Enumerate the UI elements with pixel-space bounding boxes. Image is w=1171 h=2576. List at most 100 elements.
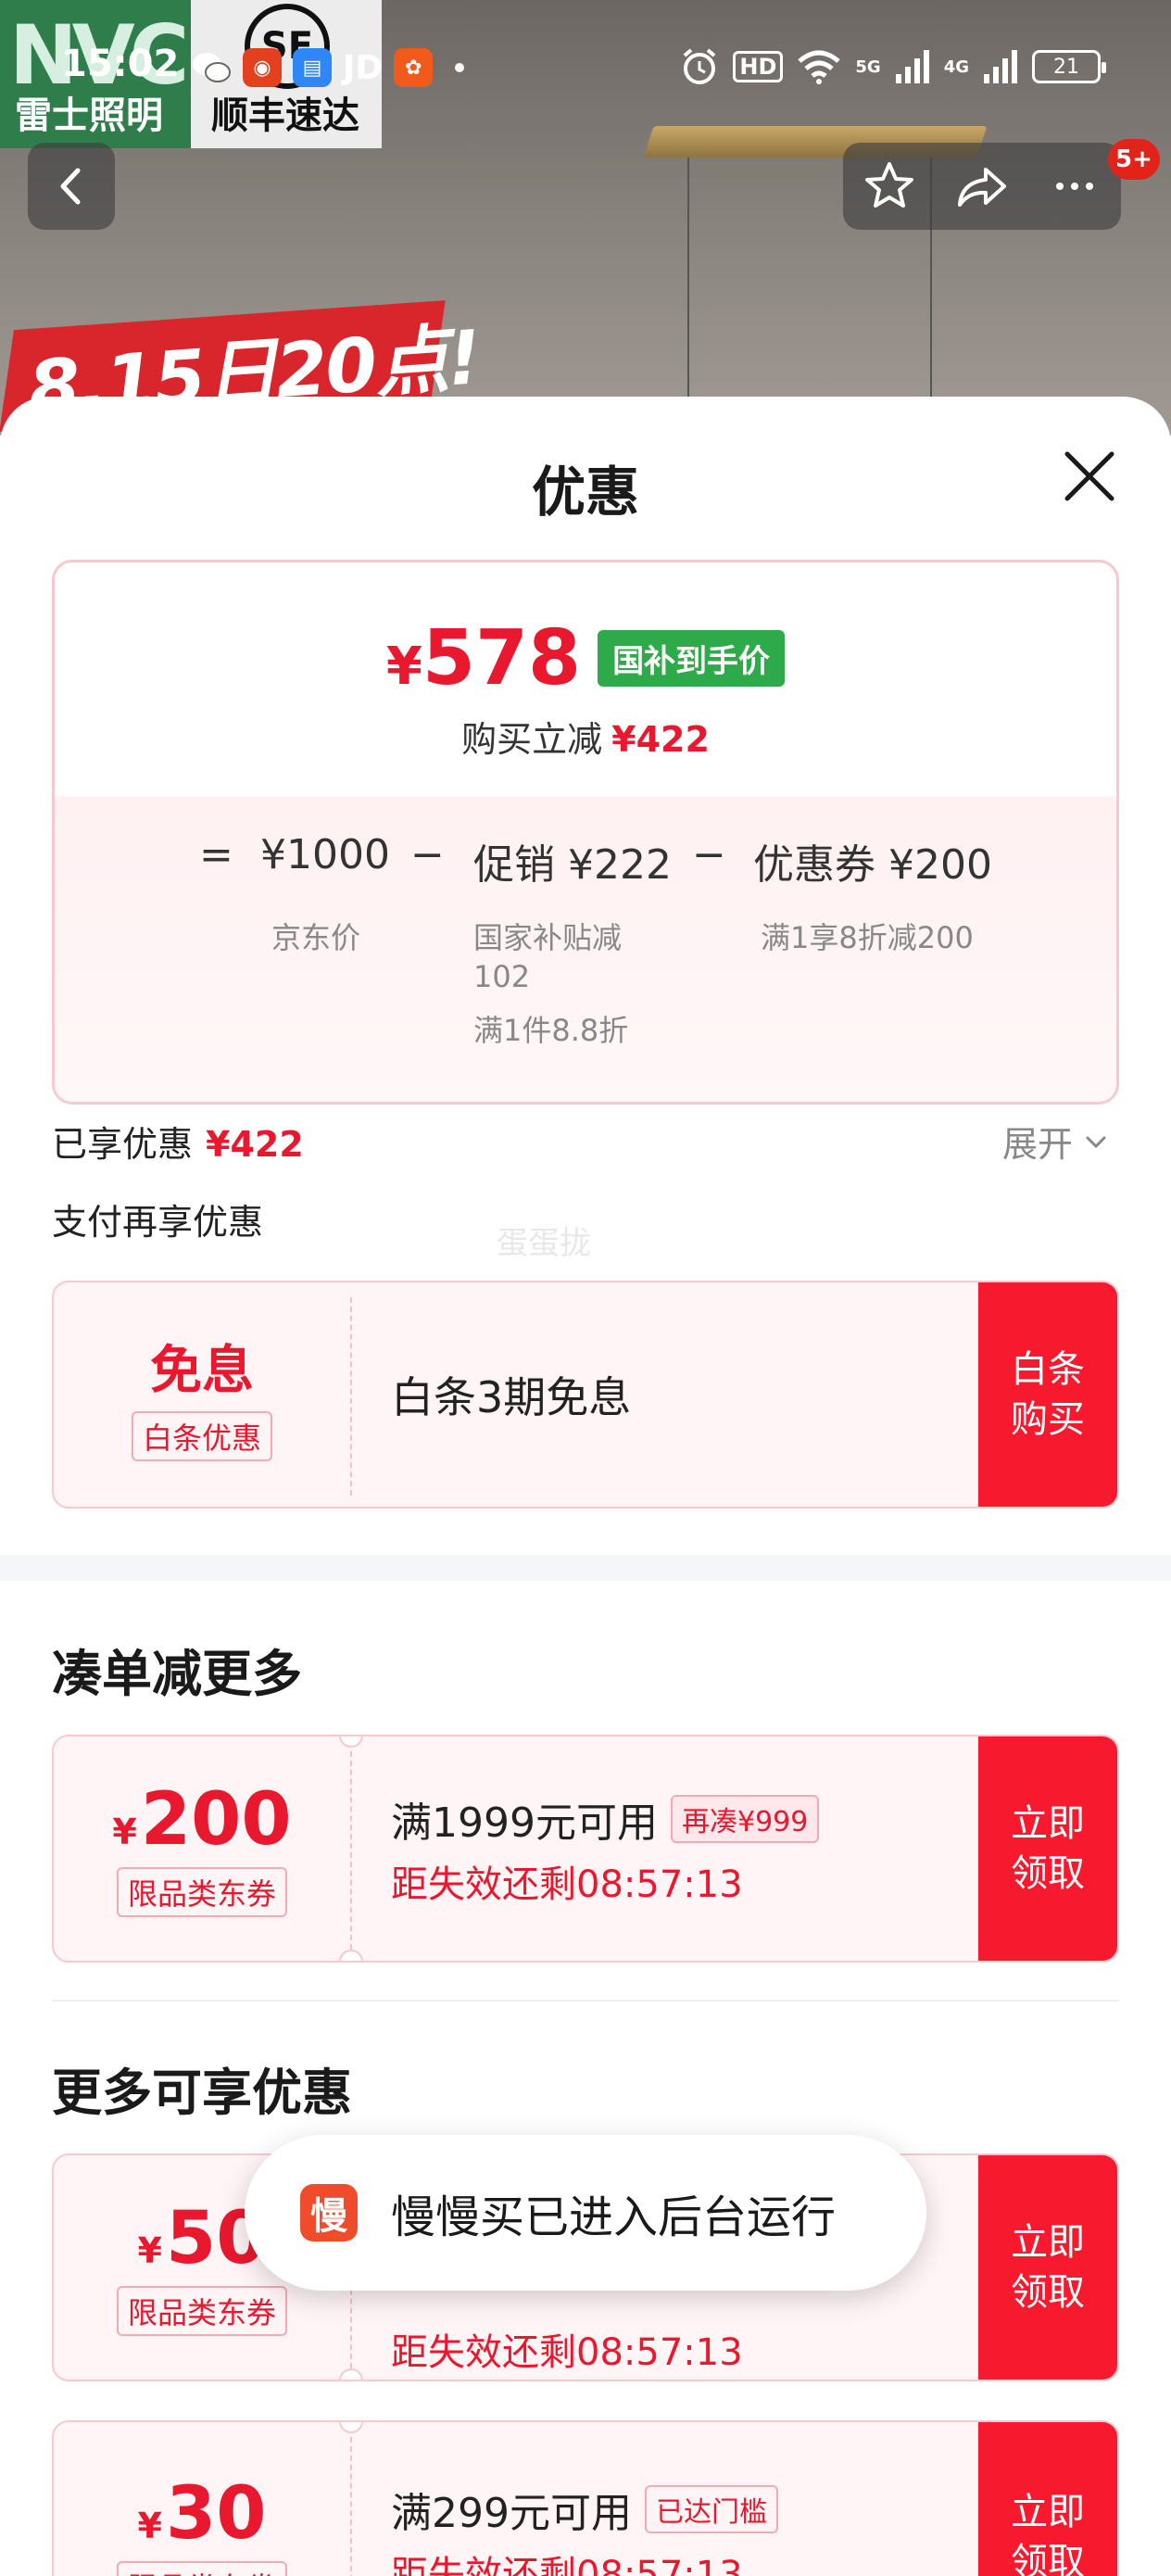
coupon-badge: 再凑¥999 (670, 1795, 820, 1843)
coupon-amount-value: 200 (140, 1778, 292, 1862)
coupon-left: ¥ 200 限品类东券 (54, 1736, 350, 1961)
signal-bars-icon (895, 50, 929, 83)
coupon-currency: ¥ (112, 1812, 137, 1852)
coupon-badge: 已达门槛 (644, 2485, 778, 2533)
baitiao-buy-button[interactable]: 白条 购买 (978, 1282, 1117, 1507)
promo-amount: 促销 ¥222 (473, 841, 672, 889)
equals-sign: = (199, 831, 233, 878)
price-breakdown-card: ¥ 578 国补到手价 购买立减 ¥422 = ¥1000 京东价 − 促销 ¥2… (52, 560, 1119, 1105)
coupon-timer: 距失效还剩08:57:13 (391, 2554, 743, 2576)
minus-sign: − (410, 831, 445, 878)
coupon-divider (350, 1297, 352, 1496)
favorite-star-icon[interactable] (862, 158, 917, 214)
promo-discount-rule: 满1件8.8折 (473, 1013, 629, 1048)
share-icon[interactable] (954, 158, 1010, 214)
close-icon[interactable] (1054, 441, 1125, 511)
enjoyed-label: 已享优惠 (52, 1124, 194, 1165)
pay-more-label: 支付再享优惠 (52, 1202, 264, 1243)
coupon-condition-row: 满1999元可用 再凑¥999 (391, 1789, 820, 1849)
watermark-text: 蛋蛋拢 (497, 1225, 591, 1262)
claim-coupon-button[interactable]: 立即 领取 (978, 1736, 1117, 1961)
baitiao-middle: 白条3期免息 (391, 1282, 631, 1507)
claim-coupon-button[interactable]: 立即 领取 (978, 2422, 1117, 2576)
baitiao-offer-card: 免息 白条优惠 白条3期免息 白条 购买 (52, 1281, 1119, 1509)
status-system-icons: HD 5G 4G 21 (679, 46, 1106, 87)
coupon-divider (350, 1751, 352, 1950)
coupon-currency: ¥ (137, 2230, 162, 2271)
jd-price-label: 京东价 (271, 920, 361, 955)
coupon-condition: 满299元可用 (391, 2490, 632, 2537)
signal-bars-icon (984, 50, 1017, 83)
final-price: ¥ 578 (386, 614, 581, 702)
back-button[interactable] (28, 143, 115, 230)
reduction-value: ¥422 (611, 719, 710, 760)
coupon-card: ¥ 200 限品类东券 满1999元可用 再凑¥999 距失效还剩08:57:1… (52, 1735, 1119, 1963)
signal-4g-label: 4G (943, 57, 969, 77)
interest-free-title: 免息 (150, 1340, 254, 1401)
coupon-amount: 优惠券 ¥200 (753, 841, 992, 889)
baitiao-tag: 白条优惠 (131, 1410, 272, 1461)
section-gap (0, 1555, 1171, 1581)
sheet-title: 优惠 (531, 461, 639, 524)
coupon-card: ¥ 30 限品类东券 满299元可用 已达门槛 距失效还剩08:57:13 立即… (52, 2420, 1119, 2576)
reduction-label: 购买立减 (461, 719, 603, 760)
coupon-amount-value: 30 (165, 2472, 267, 2556)
enjoyed-discount: 已享优惠 ¥422 (52, 1116, 304, 1167)
coupon-type-tag: 限品类东券 (116, 2561, 287, 2576)
wifi-icon (798, 50, 841, 84)
coupon-divider (350, 2437, 352, 2576)
promo-subsidy-line: 国家补贴减 (473, 920, 623, 955)
app-notification-icon: ◉ (243, 48, 282, 87)
section-title-enjoy: 更多可享优惠 (52, 2064, 352, 2122)
enjoyed-value: ¥422 (206, 1124, 304, 1165)
coupon-left: ¥ 30 限品类东券 (54, 2422, 350, 2576)
expand-toggle[interactable]: 展开 (1002, 1116, 1110, 1167)
status-notification-icons: ◉ ▤ JD ✿ (191, 48, 465, 87)
app-notification-icon: ▤ (293, 48, 332, 87)
baitiao-left: 免息 白条优惠 (54, 1282, 350, 1507)
promo-subsidy-amount: 102 (473, 959, 531, 994)
coupon-condition-row: 满299元可用 已达门槛 (391, 2480, 778, 2539)
gov-subsidy-tag: 国补到手价 (598, 630, 786, 687)
jd-notification-icon: JD (343, 48, 384, 87)
lamp-wire (687, 158, 689, 436)
claim-coupon-button[interactable]: 立即 领取 (978, 2155, 1117, 2380)
expand-label: 展开 (1002, 1124, 1074, 1165)
coupon-middle: 满299元可用 已达门槛 距失效还剩08:57:13 (391, 2422, 778, 2576)
app-notification-icon: ✿ (394, 48, 434, 87)
total-reduction: 购买立减 ¥422 (55, 711, 1116, 762)
section-title-more: 凑单减更多 (52, 1645, 302, 1703)
coupon-timer: 距失效还剩08:57:13 (391, 1863, 743, 1906)
coupon-type-tag: 限品类东券 (116, 2286, 287, 2336)
coupon-amount: ¥ 200 (112, 1780, 291, 1860)
toast-message: 慢慢买已进入后台运行 (391, 2191, 837, 2243)
chevron-left-icon (60, 168, 81, 205)
chevron-down-icon (1086, 1136, 1106, 1148)
coupon-condition: 满1999元可用 (391, 1799, 658, 1847)
hd-voice-icon: HD (733, 51, 784, 82)
minus-sign: − (692, 831, 726, 878)
status-time: 15:02 (61, 43, 180, 85)
final-price-row: ¥ 578 国补到手价 (55, 614, 1116, 702)
status-bar: 15:02 ◉ ▤ JD ✿ HD 5G 4G 21 (0, 37, 1171, 96)
background-run-toast: 慢 慢慢买已进入后台运行 (245, 2135, 926, 2291)
divider (52, 2000, 1119, 2001)
coupon-currency: ¥ (137, 2506, 162, 2546)
coupon-middle: 满1999元可用 再凑¥999 距失效还剩08:57:13 (391, 1736, 820, 1961)
alarm-icon (684, 48, 716, 84)
battery-icon: 21 (1032, 50, 1106, 83)
signal-5g-label: 5G (855, 57, 881, 77)
baitiao-desc: 白条3期免息 (391, 1372, 632, 1422)
coupon-rule: 满1享8折减200 (761, 920, 974, 955)
coupon-amount: ¥ 30 (138, 2474, 267, 2554)
wechat-icon (193, 53, 231, 82)
coupon-type-tag: 限品类东券 (116, 1867, 287, 1917)
more-icon[interactable] (1047, 158, 1102, 214)
message-count-badge: 5+ (1108, 139, 1160, 180)
coupon-timer: 距失效还剩08:57:13 (391, 2331, 743, 2374)
jd-price: ¥1000 (260, 831, 390, 878)
top-action-group (843, 143, 1121, 230)
more-notifications-dot (455, 63, 465, 72)
manmanmai-app-icon: 慢 (300, 2184, 358, 2241)
final-price-value: 578 (422, 614, 582, 702)
